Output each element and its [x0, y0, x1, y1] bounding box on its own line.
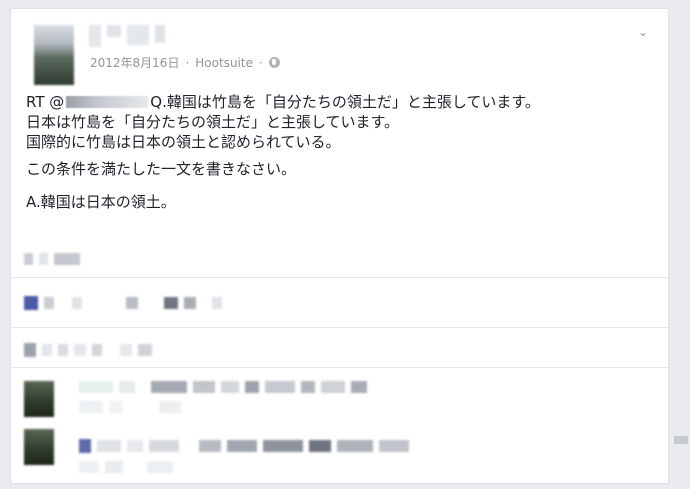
divider	[11, 327, 668, 328]
reaction-links-blurred[interactable]	[24, 253, 80, 265]
comment-text-blurred	[79, 439, 409, 453]
view-comments-blurred[interactable]	[24, 343, 152, 357]
post-card: 2012年8月16日 · Hootsuite · ⌄ RT @ Q.韓国は竹島を…	[10, 8, 669, 484]
globe-icon[interactable]	[268, 57, 280, 68]
chevron-down-icon[interactable]: ⌄	[638, 26, 648, 38]
comment-text-blurred	[79, 461, 173, 473]
post-line-4: この条件を満たした一文を書きなさい。	[26, 160, 297, 178]
post-line-1-text: Q.韓国は竹島を「自分たちの領土だ」と主張しています。	[150, 93, 540, 111]
rt-prefix: RT @	[26, 93, 65, 111]
comment-text-blurred	[79, 381, 367, 393]
scrollbar[interactable]	[670, 0, 690, 489]
post-line-1: RT @ Q.韓国は竹島を「自分たちの領土だ」と主張しています。	[26, 92, 646, 112]
commenter-avatar[interactable]	[24, 429, 54, 465]
author-name-blurred[interactable]	[89, 25, 165, 47]
post-date[interactable]: 2012年8月16日	[90, 54, 179, 71]
post-line-2: 日本は竹島を「自分たちの領土だ」と主張しています。	[26, 113, 400, 131]
post-source[interactable]: Hootsuite	[195, 56, 253, 70]
redacted-handle	[66, 96, 149, 108]
post-meta: 2012年8月16日 · Hootsuite ·	[90, 54, 280, 71]
commenter-avatar[interactable]	[24, 381, 54, 417]
post-line-3: 国際的に竹島は日本の領土と認められている。	[26, 133, 341, 151]
likes-row-blurred[interactable]	[24, 296, 222, 310]
meta-separator: ·	[185, 55, 190, 70]
divider	[11, 277, 668, 278]
meta-separator: ·	[258, 55, 263, 70]
post-line-5: A.韓国は日本の領土。	[26, 193, 176, 211]
comment-text-blurred	[79, 401, 181, 413]
author-avatar[interactable]	[34, 25, 74, 85]
divider	[11, 367, 668, 368]
scroll-marker	[674, 436, 688, 444]
post-body: RT @ Q.韓国は竹島を「自分たちの領土だ」と主張しています。 日本は竹島を「…	[26, 92, 646, 212]
